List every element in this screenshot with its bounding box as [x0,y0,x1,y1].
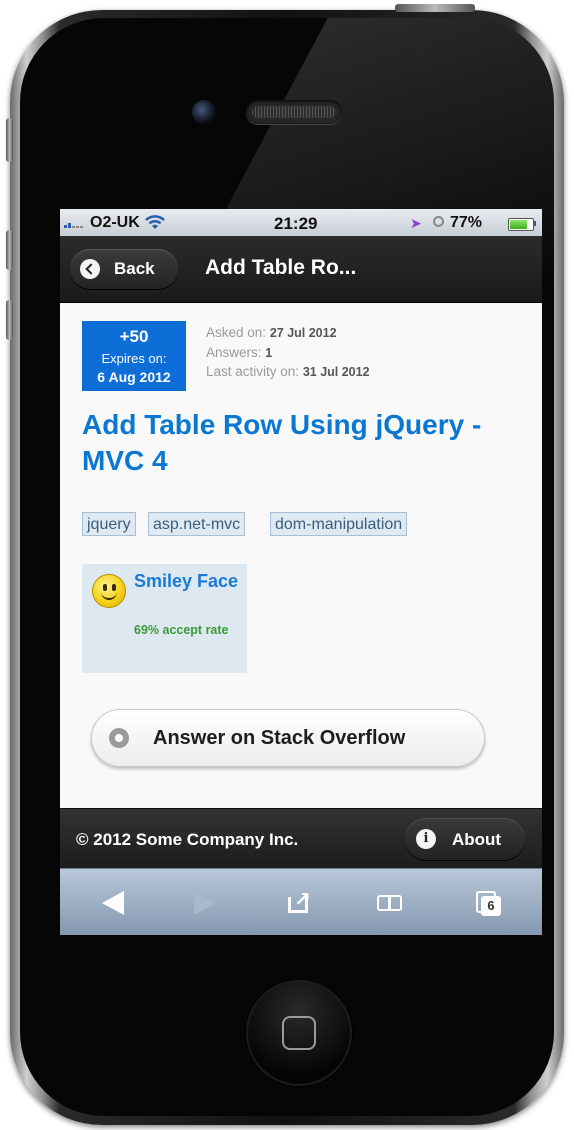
sleep-button [395,4,475,12]
signal-icon [64,218,88,228]
user-name[interactable]: Smiley Face [134,570,244,592]
about-button[interactable]: i About [405,818,525,860]
volume-down-button [6,300,13,340]
bounty-expires-label: Expires on: [101,351,167,366]
answer-button-label: Answer on Stack Overflow [153,727,406,749]
carrier-name: O2-UK [90,214,140,231]
question-title[interactable]: Add Table Row Using jQuery - MVC 4 [82,407,532,479]
battery-percent: 77% [450,214,483,231]
browser-toolbar: ↗ 6 [60,868,542,935]
about-button-label: About [452,830,502,849]
answers-count: Answers: 1 [206,345,272,360]
answers-value: 1 [265,346,273,360]
forward-arrow-icon[interactable] [188,889,222,917]
alarm-icon [433,216,444,227]
status-bar: O2-UK 21:29 ➤ 77% [60,209,542,236]
tab-count: 6 [481,896,501,916]
question-content: +50 Expires on: 6 Aug 2012 Asked on: 27 … [60,303,542,808]
accept-rate: 69% accept rate [134,623,229,637]
tabs-icon[interactable]: 6 [472,889,506,917]
last-activity-label: Last activity on: [206,364,300,379]
copyright-text: © 2012 Some Company Inc. [76,830,299,849]
page-title: Add Table Ro... [205,256,357,279]
user-card: Smiley Face 69% accept rate [82,564,247,673]
asked-on-label: Asked on: [206,325,267,340]
share-icon[interactable]: ↗ [284,889,318,917]
tag-asp-net-mvc[interactable]: asp.net-mvc [148,512,246,536]
bookmarks-icon[interactable] [374,889,408,917]
front-camera [192,100,216,124]
last-activity: Last activity on: 31 Jul 2012 [206,364,370,379]
battery-tip [533,221,536,226]
phone-screen: O2-UK 21:29 ➤ 77% Back Add Table Ro... +… [60,209,542,935]
earpiece-speaker [246,100,342,124]
page-footer: © 2012 Some Company Inc. i About [60,808,542,869]
bounty-amount: +50 [119,327,149,346]
clock: 21:29 [274,214,318,233]
battery-icon [508,218,534,231]
tag-dom-manipulation[interactable]: dom-manipulation [270,512,408,536]
gear-icon [109,728,129,748]
answer-on-stack-overflow-button[interactable]: Answer on Stack Overflow [91,709,485,767]
bounty-badge: +50 Expires on: 6 Aug 2012 [82,321,186,391]
chevron-left-icon [80,259,100,279]
last-activity-value: 31 Jul 2012 [302,365,370,379]
back-button[interactable]: Back [70,249,178,289]
tag-jquery[interactable]: jquery [82,512,136,536]
asked-on: Asked on: 27 Jul 2012 [206,325,337,340]
asked-on-value: 27 Jul 2012 [269,326,337,340]
back-button-label: Back [114,259,155,278]
bounty-expires-date: 6 Aug 2012 [97,369,171,385]
nav-header: Back Add Table Ro... [60,236,542,303]
home-square-icon [282,1016,316,1050]
volume-up-button [6,230,13,270]
answers-label: Answers: [206,345,262,360]
mute-switch [6,118,13,162]
home-button[interactable] [246,980,352,1086]
location-icon: ➤ [410,215,422,231]
smiley-avatar-icon [92,574,126,608]
info-icon: i [416,829,436,849]
back-arrow-icon[interactable] [96,889,130,917]
wifi-icon [145,215,165,229]
